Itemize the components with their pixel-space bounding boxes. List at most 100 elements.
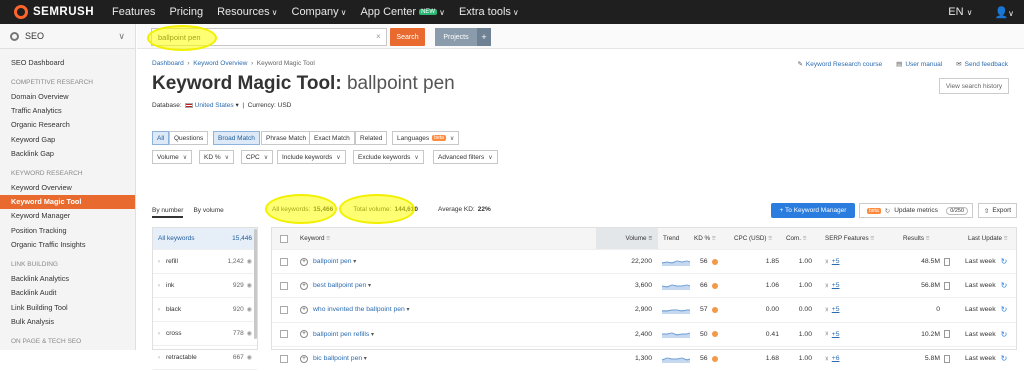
sidebar-header[interactable]: SEO ∨ — [0, 24, 135, 49]
nav-pricing[interactable]: Pricing — [169, 6, 203, 18]
nav-resources[interactable]: Resources ∨ — [217, 6, 277, 18]
sidebar-item-domain-overview[interactable]: Domain Overview — [0, 89, 135, 103]
sidebar-item-organic-traffic-insights[interactable]: Organic Traffic Insights — [0, 237, 135, 251]
eye-icon[interactable]: ◉ — [247, 306, 252, 313]
sidebar-item-traffic-analytics[interactable]: Traffic Analytics — [0, 104, 135, 118]
filter-languages[interactable]: Languages beta ∨ — [392, 131, 460, 145]
serp-doc-icon[interactable] — [944, 281, 950, 290]
language-selector[interactable]: EN ∨ — [948, 6, 972, 18]
sidebar-item-bulk-analysis[interactable]: Bulk Analysis — [0, 314, 135, 328]
update-metrics-button[interactable]: beta ↻ Update metrics 0/250 — [859, 203, 973, 218]
group-item[interactable]: › black 920 ◉ — [153, 298, 257, 322]
filter-phrase-match[interactable]: Phrase Match — [261, 131, 312, 145]
sidebar-item-backlink-audit[interactable]: Backlink Audit — [0, 286, 135, 300]
group-item[interactable]: › cross 778 ◉ — [153, 322, 257, 346]
keyword-link[interactable]: best ballpoint pen — [313, 282, 371, 289]
filter-exact-match[interactable]: Exact Match — [309, 131, 355, 145]
col-results[interactable]: Results ≡ — [903, 228, 929, 249]
keyword-link[interactable]: who invented the ballpoint pen — [313, 306, 410, 313]
eye-icon[interactable]: ◉ — [247, 258, 252, 265]
refresh-icon[interactable]: ↻ — [1001, 330, 1008, 339]
export-button[interactable]: ⇧ Export — [978, 203, 1017, 218]
sidebar-item-keyword-overview[interactable]: Keyword Overview — [0, 181, 135, 195]
filter-kd[interactable]: KD % ∨ — [199, 150, 235, 164]
sidebar-item-keyword-manager[interactable]: Keyword Manager — [0, 209, 135, 223]
serp-more-link[interactable]: +5 — [832, 331, 840, 338]
col-last-update[interactable]: Last Update ≡ — [968, 228, 1007, 249]
groups-scrollbar[interactable] — [254, 229, 257, 339]
tab-by-volume[interactable]: By volume — [193, 207, 223, 218]
filter-related[interactable]: Related — [355, 131, 388, 145]
breadcrumb-keyword-overview[interactable]: Keyword Overview — [193, 60, 247, 67]
view-history-button[interactable]: View search history — [939, 78, 1009, 94]
add-keyword-icon[interactable]: + — [300, 305, 308, 314]
col-kd[interactable]: KD % ≡ — [694, 228, 716, 249]
refresh-icon[interactable]: ↻ — [1001, 257, 1008, 266]
filter-questions[interactable]: Questions — [169, 131, 209, 145]
sidebar-item-seo-dashboard[interactable]: SEO Dashboard — [0, 55, 135, 69]
nav-extra-tools[interactable]: Extra tools ∨ — [459, 6, 519, 18]
sidebar-item-position-tracking[interactable]: Position Tracking — [0, 223, 135, 237]
course-link[interactable]: ✎ Keyword Research course — [797, 60, 882, 68]
search-button[interactable]: Search — [390, 28, 425, 46]
user-icon[interactable]: 👤∨ — [994, 6, 1014, 19]
serp-doc-icon[interactable] — [944, 257, 950, 266]
eye-icon[interactable]: ◉ — [247, 330, 252, 337]
tab-by-number[interactable]: By number — [152, 207, 184, 218]
projects-button[interactable]: Projects — [435, 28, 477, 46]
row-checkbox[interactable] — [280, 305, 288, 314]
col-keyword[interactable]: Keyword ≡ — [300, 228, 330, 249]
feedback-link[interactable]: ✉ Send feedback — [956, 60, 1008, 68]
breadcrumb-dashboard[interactable]: Dashboard — [152, 60, 184, 67]
eye-icon[interactable]: ◉ — [247, 282, 252, 289]
nav-app-center[interactable]: App Center NEW ∨ — [360, 6, 445, 18]
semrush-logo[interactable]: SEMRUSH — [14, 5, 94, 19]
add-keyword-icon[interactable]: + — [300, 257, 308, 266]
keyword-link[interactable]: ballpoint pen refills — [313, 331, 374, 338]
search-input[interactable]: ballpoint pen — [151, 28, 387, 46]
col-serp-features[interactable]: SERP Features ≡ — [825, 228, 874, 249]
add-keyword-icon[interactable]: + — [300, 281, 308, 290]
sidebar-item-organic-research[interactable]: Organic Research — [0, 118, 135, 132]
add-keyword-icon[interactable]: + — [300, 354, 308, 363]
row-checkbox[interactable] — [280, 257, 288, 266]
refresh-icon[interactable]: ↻ — [1001, 281, 1008, 290]
keyword-link[interactable]: ballpoint pen — [313, 258, 356, 265]
col-volume[interactable]: Volume ≡ — [596, 228, 658, 249]
row-checkbox[interactable] — [280, 354, 288, 363]
group-item[interactable]: › ink 929 ◉ — [153, 274, 257, 298]
col-cpc[interactable]: CPC (USD) ≡ — [734, 228, 772, 249]
filter-exclude-keywords[interactable]: Exclude keywords ∨ — [353, 150, 424, 164]
filter-advanced[interactable]: Advanced filters ∨ — [433, 150, 498, 164]
sidebar-item-link-building-tool[interactable]: Link Building Tool — [0, 300, 135, 314]
eye-icon[interactable]: ◉ — [247, 354, 252, 361]
database-selector[interactable]: United States — [195, 102, 234, 109]
filter-volume[interactable]: Volume ∨ — [152, 150, 193, 164]
serp-more-link[interactable]: +5 — [832, 306, 840, 313]
sidebar-item-keyword-gap[interactable]: Keyword Gap — [0, 132, 135, 146]
add-project-button[interactable]: + — [477, 28, 491, 46]
row-checkbox[interactable] — [280, 330, 288, 339]
to-keyword-manager-button[interactable]: + To Keyword Manager — [771, 203, 855, 218]
keyword-link[interactable]: bic ballpoint pen — [313, 355, 367, 362]
sidebar-item-keyword-magic-tool[interactable]: Keyword Magic Tool — [0, 194, 135, 209]
filter-all[interactable]: All — [152, 131, 170, 145]
row-checkbox[interactable] — [280, 281, 288, 290]
manual-link[interactable]: ▤ User manual — [896, 60, 942, 68]
filter-cpc[interactable]: CPC ∨ — [241, 150, 274, 164]
group-item[interactable]: › refill 1,242 ◉ — [153, 250, 257, 274]
nav-company[interactable]: Company ∨ — [292, 6, 347, 18]
sidebar-item-backlink-gap[interactable]: Backlink Gap — [0, 146, 135, 160]
refresh-icon[interactable]: ↻ — [1001, 305, 1008, 314]
serp-more-link[interactable]: +5 — [832, 282, 840, 289]
serp-more-link[interactable]: +5 — [832, 258, 840, 265]
add-keyword-icon[interactable]: + — [300, 330, 308, 339]
col-com[interactable]: Com. ≡ — [786, 228, 806, 249]
sidebar-item-backlink-analytics[interactable]: Backlink Analytics — [0, 272, 135, 286]
filter-broad-match[interactable]: Broad Match — [213, 131, 260, 145]
serp-doc-icon[interactable] — [944, 330, 950, 339]
serp-more-link[interactable]: +6 — [832, 355, 840, 362]
group-all-keywords[interactable]: All keywords 15,446 — [153, 228, 257, 250]
clear-icon[interactable]: × — [376, 32, 381, 41]
refresh-icon[interactable]: ↻ — [1001, 354, 1008, 363]
